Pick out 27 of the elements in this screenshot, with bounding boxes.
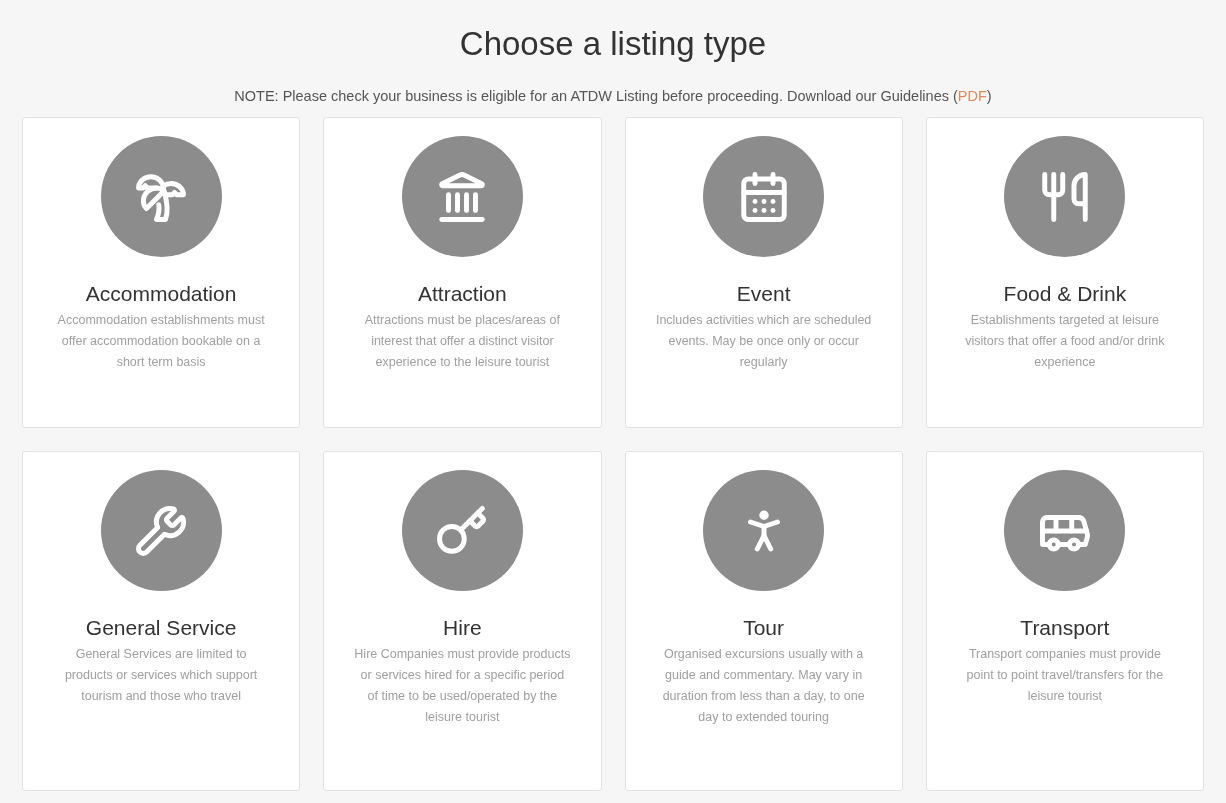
eligibility-note: NOTE: Please check your business is eligible for an ATDW Listing before proceeding. Download our Guidelines (PDF) [234,87,992,106]
listing-type-description: Transport companies must provide point to point travel/transfers for the leisure tourist [965,646,1165,705]
wrench-icon [134,503,189,558]
listing-type-name: General Service [85,615,237,641]
listing-type-name: Attraction [418,281,507,307]
listing-type-card[interactable]: Food & Drink Establishments targeted at leisure visitors that offer a food and/or drink experience [925,117,1204,428]
page-title: Choose a listing type [459,24,767,64]
listing-type-name: Food & Drink [1003,281,1127,307]
listing-type-name: Transport [1020,615,1110,641]
listing-type-description: Accommodation establishments must offer accommodation bookable on a short term basis [56,312,266,371]
listing-type-description: Attractions must be places/areas of interest that offer a distinct visitor experience to the leisure tourist [363,312,561,371]
listing-type-description: Organised excursions usually with a guide and commentary. May vary in duration from less than a day, to one day to extended touring [661,646,866,726]
listing-type-card[interactable]: Tour Organised excursions usually with a guide and commentary. May vary in duration from less than a day, to one day to extended touring [624,451,903,791]
listing-type-card[interactable]: Hire Hire Companies must provide products or services hired for a specific period of time to be used/operated by the leisure tourist [323,451,602,791]
listing-type-name: Event [736,281,791,307]
listing-type-card[interactable]: Accommodation Accommodation establishments must offer accommodation bookable on a short term basis [22,117,301,428]
listing-type-name: Tour [743,615,785,641]
listing-type-card[interactable]: General Service General Services are limited to products or services which support tourism and those who travel [22,451,301,791]
listing-type-description: Establishments targeted at leisure visitors that offer a food and/or drink experience [964,312,1166,371]
listing-type-description: Hire Companies must provide products or services hired for a specific period of time to be used/operated by the leisure tourist [353,646,572,726]
listing-type-card[interactable]: Event Includes activities which are scheduled events. May be once only or occur regularly [624,117,903,428]
listing-type-name: Accommodation [85,281,237,307]
listing-type-description: Includes activities which are scheduled events. May be once only or occur regularly [654,312,873,371]
listing-type-card[interactable]: Attraction Attractions must be places/areas of interest that offer a distinct visitor experience to the leisure tourist [323,117,602,428]
listing-type-description: General Services are limited to products or services which support tourism and those who travel [63,646,259,705]
listing-type-card[interactable]: Transport Transport companies must provide point to point travel/transfers for the leisure tourist [925,451,1204,791]
listing-type-name: Hire [443,615,482,641]
